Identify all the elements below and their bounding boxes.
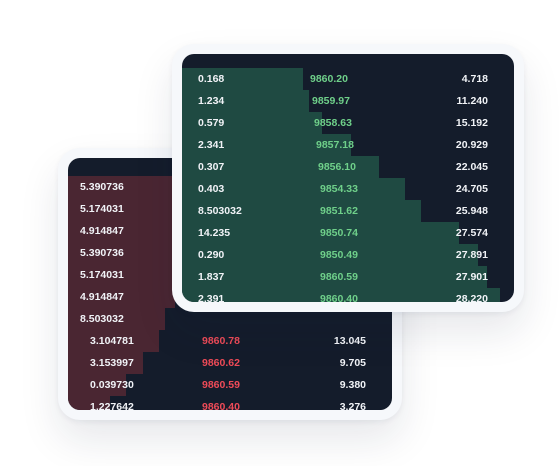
- amount-cell: 0.403: [198, 183, 225, 195]
- price-cell: 9860.62: [202, 357, 240, 369]
- amount-cell: 0.307: [198, 161, 225, 173]
- sell-order-row[interactable]: 1.227642 9860.40 3.276: [68, 396, 392, 410]
- total-cell: 15.192: [455, 117, 488, 129]
- sell-order-row[interactable]: 3.153997 9860.62 9.705: [68, 352, 392, 374]
- buy-order-row[interactable]: 8.503032 9851.62 25.948: [182, 200, 514, 222]
- price-cell: 9859.97: [312, 95, 350, 107]
- price-cell: 9860.78: [202, 335, 240, 347]
- amount-cell: 0.168: [198, 73, 225, 85]
- total-cell: 9.705: [339, 357, 366, 369]
- amount-cell: 3.153997: [90, 357, 134, 369]
- price-cell: 9858.63: [314, 117, 352, 129]
- amount-cell: 2.391: [198, 293, 225, 302]
- price-cell: 9851.62: [320, 205, 358, 217]
- sell-order-row[interactable]: 0.039730 9860.59 9.380: [68, 374, 392, 396]
- price-cell: 9857.18: [316, 139, 354, 151]
- total-cell: 22.045: [455, 161, 488, 173]
- sell-order-row[interactable]: 3.104781 9860.78 13.045: [68, 330, 392, 352]
- amount-cell: 0.290: [198, 249, 225, 261]
- amount-cell: 3.104781: [90, 335, 134, 347]
- buy-orderbook-screen: 0.168 9860.20 4.718 1.234 9859.97 11.240 0.579…: [182, 54, 514, 302]
- amount-cell: 5.174031: [80, 269, 124, 281]
- amount-cell: 5.174031: [80, 203, 124, 215]
- total-cell: 13.045: [333, 335, 366, 347]
- price-cell: 9854.33: [320, 183, 358, 195]
- buy-order-row[interactable]: 2.391 9860.40 28.220: [182, 288, 514, 302]
- buy-orderbook-tablet: 0.168 9860.20 4.718 1.234 9859.97 11.240 0.579…: [172, 44, 524, 312]
- price-cell: 9850.74: [320, 227, 358, 239]
- total-cell: 27.891: [455, 249, 488, 261]
- amount-cell: 2.341: [198, 139, 225, 151]
- amount-cell: 0.039730: [90, 379, 134, 391]
- buy-order-row[interactable]: 0.168 9860.20 4.718: [182, 68, 514, 90]
- price-cell: 9860.59: [320, 271, 358, 283]
- amount-cell: 5.390736: [80, 181, 124, 193]
- price-cell: 9856.10: [318, 161, 356, 173]
- buy-order-row[interactable]: 0.307 9856.10 22.045: [182, 156, 514, 178]
- total-cell: 27.574: [455, 227, 488, 239]
- amount-cell: 4.914847: [80, 291, 124, 303]
- price-cell: 9860.40: [202, 401, 240, 410]
- total-cell: 9.380: [339, 379, 366, 391]
- total-cell: 24.705: [455, 183, 488, 195]
- buy-order-row[interactable]: 1.234 9859.97 11.240: [182, 90, 514, 112]
- total-cell: 11.240: [456, 95, 488, 107]
- amount-cell: 5.390736: [80, 247, 124, 259]
- price-cell: 9860.59: [202, 379, 240, 391]
- total-cell: 28.220: [455, 293, 488, 302]
- buy-order-row[interactable]: 2.341 9857.18 20.929: [182, 134, 514, 156]
- total-cell: 27.901: [455, 271, 488, 283]
- total-cell: 4.718: [461, 73, 488, 85]
- total-cell: 3.276: [339, 401, 366, 410]
- price-cell: 9860.20: [310, 73, 348, 85]
- buy-order-row[interactable]: 14.235 9850.74 27.574: [182, 222, 514, 244]
- amount-cell: 1.837: [198, 271, 225, 283]
- buy-order-row[interactable]: 0.579 9858.63 15.192: [182, 112, 514, 134]
- buy-order-row[interactable]: 1.837 9860.59 27.901: [182, 266, 514, 288]
- buy-order-row[interactable]: 0.290 9850.49 27.891: [182, 244, 514, 266]
- amount-cell: 1.227642: [90, 401, 134, 410]
- buy-order-row[interactable]: 0.403 9854.33 24.705: [182, 178, 514, 200]
- total-cell: 20.929: [455, 139, 488, 151]
- amount-cell: 14.235: [198, 227, 231, 239]
- amount-cell: 1.234: [198, 95, 225, 107]
- amount-cell: 8.503032: [80, 313, 124, 325]
- amount-cell: 8.503032: [198, 205, 242, 217]
- price-cell: 9850.49: [320, 249, 358, 261]
- amount-cell: 4.914847: [80, 225, 124, 237]
- total-cell: 25.948: [455, 205, 488, 217]
- price-cell: 9860.40: [320, 293, 358, 302]
- amount-cell: 0.579: [198, 117, 225, 129]
